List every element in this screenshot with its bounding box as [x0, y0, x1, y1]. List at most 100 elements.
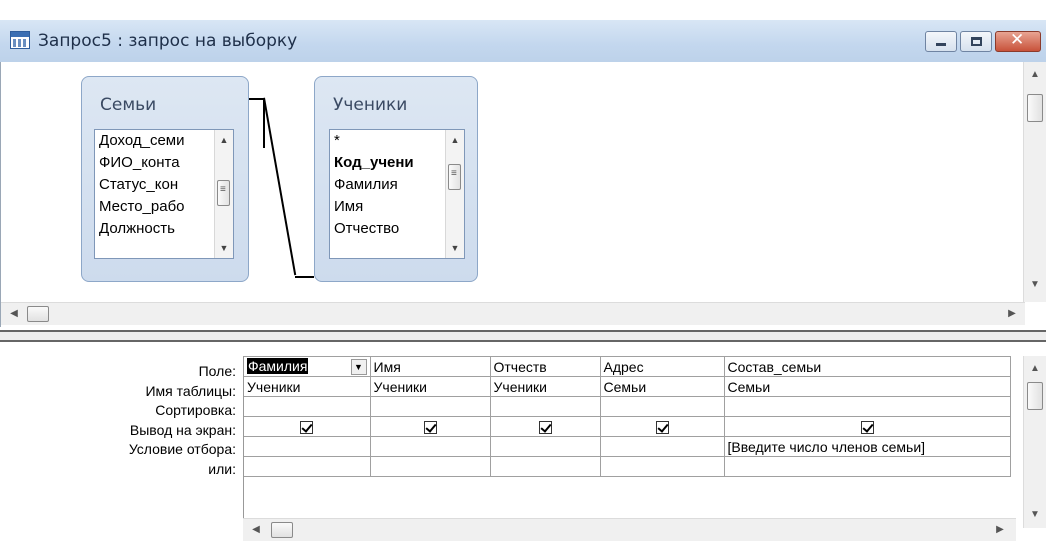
- table-cell[interactable]: Ученики: [490, 376, 601, 397]
- window-title: Запрос5 : запрос на выборку: [38, 31, 298, 51]
- upper-vertical-scrollbar[interactable]: ▲ ▼: [1023, 62, 1046, 302]
- show-checkbox[interactable]: [423, 420, 437, 434]
- table-cell[interactable]: Семьи: [600, 376, 725, 397]
- scroll-thumb[interactable]: [217, 180, 230, 206]
- field-list[interactable]: * Код_учени Фамилия Имя Отчество ▲ ▼: [329, 129, 465, 259]
- field-item[interactable]: Отчество: [330, 218, 464, 240]
- scroll-thumb[interactable]: [1027, 94, 1043, 122]
- row-label-table: Имя таблицы:: [145, 382, 236, 399]
- upper-horizontal-scrollbar[interactable]: ◀ ▶: [1, 302, 1025, 325]
- table-title: Семьи: [100, 95, 157, 115]
- minimize-button[interactable]: [925, 31, 957, 52]
- field-cell[interactable]: Отчеств: [490, 356, 601, 377]
- scroll-up-icon[interactable]: ▲: [446, 132, 464, 148]
- or-cell[interactable]: [244, 456, 371, 477]
- sort-cell[interactable]: [370, 396, 491, 417]
- scroll-left-icon[interactable]: ◀: [247, 519, 265, 541]
- field-list[interactable]: Доход_семи ФИО_конта Статус_кон Место_ра…: [94, 129, 234, 259]
- row-label-or: или:: [208, 460, 236, 477]
- show-cell[interactable]: [724, 416, 1011, 437]
- criteria-cell[interactable]: [244, 436, 371, 457]
- query-icon: [10, 31, 30, 49]
- table-box-semi[interactable]: Семьи Доход_семи ФИО_конта Статус_кон Ме…: [81, 76, 249, 282]
- field-item[interactable]: *: [330, 130, 464, 152]
- scroll-up-icon[interactable]: ▲: [215, 132, 233, 148]
- join-line[interactable]: [295, 276, 314, 278]
- sort-cell[interactable]: [724, 396, 1011, 417]
- field-item[interactable]: Доход_семи: [95, 130, 233, 152]
- scroll-thumb[interactable]: [271, 522, 293, 538]
- scroll-thumb[interactable]: [448, 164, 461, 190]
- or-cell[interactable]: [490, 456, 601, 477]
- scroll-down-icon[interactable]: ▼: [1024, 506, 1046, 524]
- field-item[interactable]: Должность: [95, 218, 233, 240]
- row-label-show: Вывод на экран:: [129, 421, 236, 438]
- show-cell[interactable]: [244, 416, 371, 437]
- show-checkbox[interactable]: [300, 420, 314, 434]
- scroll-down-icon[interactable]: ▼: [446, 240, 464, 256]
- field-cell[interactable]: Адрес: [600, 356, 725, 377]
- table-cell[interactable]: Семьи: [724, 376, 1011, 397]
- grid-vertical-scrollbar[interactable]: ▲ ▼: [1023, 356, 1046, 528]
- show-cell[interactable]: [600, 416, 725, 437]
- show-cell[interactable]: [370, 416, 491, 437]
- field-cell[interactable]: Имя: [370, 356, 491, 377]
- sort-cell[interactable]: [244, 396, 371, 417]
- grid-row-table: Ученики Ученики Ученики Семьи Семьи: [244, 376, 1011, 397]
- field-item[interactable]: Имя: [330, 196, 464, 218]
- field-list-scrollbar[interactable]: ▲ ▼: [445, 130, 464, 258]
- title-bar: Запрос5 : запрос на выборку ✕: [0, 20, 1046, 63]
- maximize-button[interactable]: [960, 31, 992, 52]
- minimize-icon: [936, 43, 946, 46]
- close-button[interactable]: ✕: [995, 30, 1041, 52]
- sort-cell[interactable]: [490, 396, 601, 417]
- or-cell[interactable]: [724, 456, 1011, 477]
- criteria-cell[interactable]: [600, 436, 725, 457]
- query-design-grid: Фамилия ▼ Имя Отчеств Адрес Состав_семьи …: [243, 356, 1016, 528]
- join-line[interactable]: [263, 97, 297, 276]
- row-label-criteria: Условие отбора:: [128, 441, 236, 457]
- field-list-scrollbar[interactable]: ▲ ▼: [214, 130, 233, 258]
- scroll-down-icon[interactable]: ▼: [1024, 276, 1046, 294]
- table-box-ucheniki[interactable]: Ученики * Код_учени Фамилия Имя Отчество…: [314, 76, 478, 282]
- grid-row-show: [244, 416, 1011, 437]
- criteria-cell[interactable]: [Введите число членов семьи]: [724, 436, 1011, 457]
- pane-splitter[interactable]: [0, 330, 1046, 342]
- criteria-cell[interactable]: [490, 436, 601, 457]
- scroll-left-icon[interactable]: ◀: [5, 303, 23, 325]
- row-labels: Поле: Имя таблицы: Сортировка: Вывод на …: [0, 362, 236, 479]
- scroll-up-icon[interactable]: ▲: [1024, 360, 1046, 378]
- scroll-thumb[interactable]: [27, 306, 49, 322]
- grid-horizontal-scrollbar[interactable]: ◀ ▶: [243, 518, 1016, 541]
- table-title: Ученики: [333, 95, 408, 115]
- field-cell[interactable]: Состав_семьи: [724, 356, 1011, 377]
- or-cell[interactable]: [600, 456, 725, 477]
- scroll-down-icon[interactable]: ▼: [215, 240, 233, 256]
- field-item[interactable]: Статус_кон: [95, 174, 233, 196]
- primary-key-field[interactable]: Код_учени: [330, 152, 464, 174]
- show-checkbox[interactable]: [860, 420, 874, 434]
- scroll-up-icon[interactable]: ▲: [1024, 66, 1046, 84]
- table-diagram-pane: Семьи Доход_семи ФИО_конта Статус_кон Ме…: [0, 62, 1046, 327]
- field-item[interactable]: Фамилия: [330, 174, 464, 196]
- show-checkbox[interactable]: [655, 420, 669, 434]
- close-icon: ✕: [1010, 30, 1025, 49]
- row-label-sort: Сортировка:: [155, 402, 236, 418]
- grid-row-sort: [244, 396, 1011, 417]
- scroll-right-icon[interactable]: ▶: [1003, 303, 1021, 325]
- criteria-cell[interactable]: [370, 436, 491, 457]
- field-cell[interactable]: Фамилия ▼: [244, 356, 371, 377]
- field-value[interactable]: Фамилия: [247, 358, 309, 374]
- field-item[interactable]: ФИО_конта: [95, 152, 233, 174]
- or-cell[interactable]: [370, 456, 491, 477]
- sort-cell[interactable]: [600, 396, 725, 417]
- field-item[interactable]: Место_рабо: [95, 196, 233, 218]
- show-checkbox[interactable]: [538, 420, 552, 434]
- table-cell[interactable]: Ученики: [370, 376, 491, 397]
- chevron-down-icon[interactable]: ▼: [350, 359, 367, 375]
- table-cell[interactable]: Ученики: [244, 376, 371, 397]
- scroll-thumb[interactable]: [1027, 382, 1043, 410]
- show-cell[interactable]: [490, 416, 601, 437]
- grid-row-field: Фамилия ▼ Имя Отчеств Адрес Состав_семьи: [244, 356, 1011, 377]
- scroll-right-icon[interactable]: ▶: [991, 519, 1009, 541]
